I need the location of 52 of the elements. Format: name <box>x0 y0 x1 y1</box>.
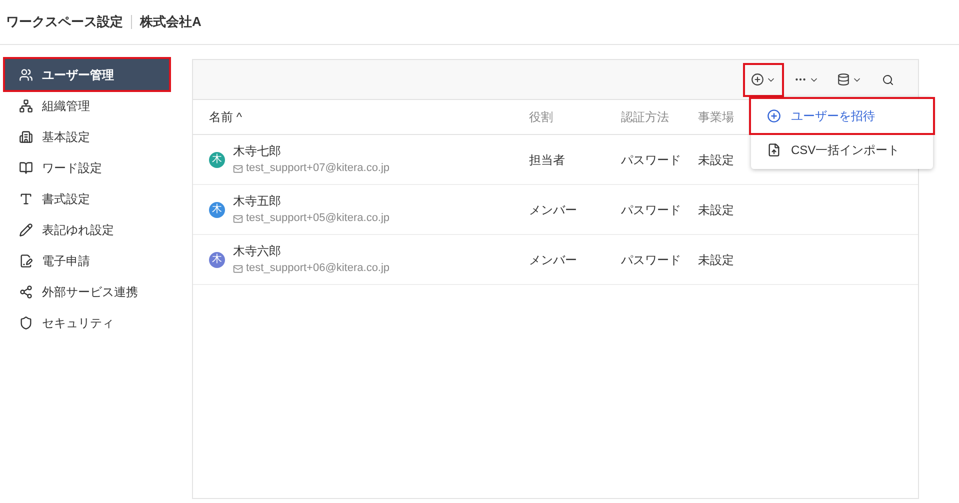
column-header[interactable]: 名前 ^ <box>209 108 242 126</box>
user-name: 木寺六郎 <box>233 243 282 260</box>
user-email: test_support+07@kitera.co.jp <box>246 161 390 176</box>
plus-circle-icon <box>767 109 781 123</box>
shield-icon <box>19 316 33 330</box>
document-sign-icon <box>19 254 33 268</box>
book-icon <box>19 160 33 174</box>
sidebar-item[interactable]: ユーザー管理 <box>5 59 169 90</box>
user-email: test_support+05@kitera.co.jp <box>246 211 390 226</box>
toolbar-dropdown-button[interactable] <box>745 64 782 94</box>
sidebar-item[interactable]: 組織管理 <box>5 90 169 121</box>
table-cell-text: パスワード <box>621 252 682 268</box>
table-cell-text: メンバー <box>529 202 578 218</box>
search-icon <box>882 74 894 86</box>
sidebar-item[interactable]: 書式設定 <box>5 183 169 214</box>
sidebar-item[interactable]: セキュリティ <box>5 307 169 338</box>
column-header: 役割 <box>529 109 553 126</box>
table-cell-text: パスワード <box>621 202 682 218</box>
menu-item[interactable]: CSV一括インポート <box>751 133 933 167</box>
plus-circle-icon <box>751 73 764 86</box>
hierarchy-icon <box>19 98 33 112</box>
column-header: 認証方法 <box>621 109 669 126</box>
column-header: 事業場 <box>698 109 734 126</box>
mail-icon <box>233 164 243 174</box>
pencil-icon <box>19 222 33 236</box>
sidebar-item[interactable]: 基本設定 <box>5 121 169 152</box>
file-upload-icon <box>767 143 781 157</box>
sidebar-item[interactable]: 外部サービス連携 <box>5 276 169 307</box>
user-avatar: 木 <box>209 202 225 218</box>
sidebar-item[interactable]: ワード設定 <box>5 152 169 183</box>
table-cell-text: 担当者 <box>529 152 566 168</box>
mail-icon <box>233 264 243 274</box>
menu-item[interactable]: ユーザーを招待 <box>751 99 933 133</box>
user-avatar: 木 <box>209 152 225 168</box>
text-icon <box>19 192 33 206</box>
network-icon <box>19 284 33 298</box>
sidebar-item[interactable]: 電子申請 <box>5 245 169 276</box>
database-icon <box>837 73 850 86</box>
table-cell-text: パスワード <box>621 152 682 168</box>
building-icon <box>19 130 33 144</box>
user-email: test_support+06@kitera.co.jp <box>246 261 390 276</box>
page-title: ワークスペース設定 <box>6 13 123 32</box>
sidebar-item[interactable]: 表記ゆれ設定 <box>5 214 169 245</box>
organization-name: 株式会社A <box>140 13 202 32</box>
user-name: 木寺七郎 <box>233 143 282 160</box>
mail-icon <box>233 214 243 224</box>
table-cell-text: 未設定 <box>698 202 735 218</box>
table-cell-text: メンバー <box>529 252 578 268</box>
user-avatar: 木 <box>209 252 225 268</box>
table-cell-text: 未設定 <box>698 252 735 268</box>
user-name: 木寺五郎 <box>233 193 282 210</box>
users-icon <box>19 68 33 82</box>
